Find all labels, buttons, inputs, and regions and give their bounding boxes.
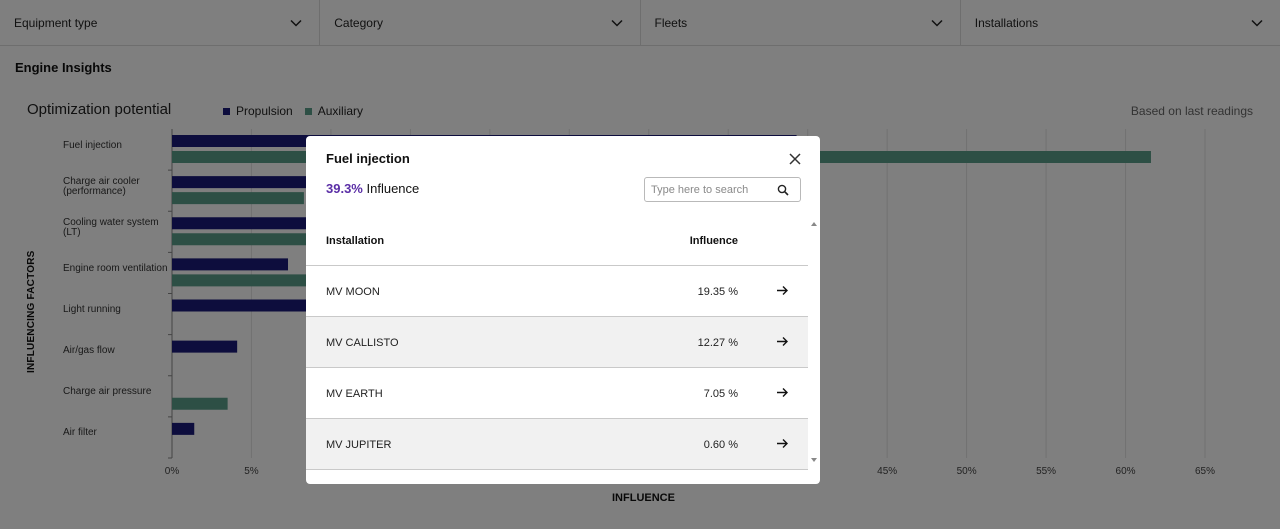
influence-label: Influence: [366, 181, 420, 196]
installation-influence: 19.35 %: [697, 286, 738, 298]
installation-influence: 12.27 %: [697, 337, 738, 349]
installation-name: MV JUPITER: [326, 439, 392, 451]
table-row[interactable]: MV EARTH 7.05 %: [306, 368, 808, 419]
installation-name: MV MOON: [326, 286, 380, 298]
installation-influence: 0.60 %: [703, 439, 738, 451]
installation-detail-modal: Fuel injection 39.3% Influence Installat…: [306, 136, 820, 484]
installation-name: MV CALLISTO: [326, 337, 399, 349]
scroll-up-icon[interactable]: [810, 220, 818, 228]
table-row[interactable]: MV MOON 19.35 %: [306, 266, 808, 317]
table-row[interactable]: MV JUPITER 0.60 %: [306, 419, 808, 470]
table-row[interactable]: MV CALLISTO 12.27 %: [306, 317, 808, 368]
close-icon[interactable]: [787, 151, 803, 167]
search-input[interactable]: [651, 183, 777, 196]
modal-title: Fuel injection: [326, 151, 410, 166]
search-icon[interactable]: [777, 184, 789, 196]
installation-influence: 7.05 %: [703, 388, 738, 400]
arrow-right-icon[interactable]: [776, 335, 789, 348]
arrow-right-icon[interactable]: [776, 284, 789, 297]
table-header: Installation Influence: [306, 220, 808, 266]
arrow-right-icon[interactable]: [776, 386, 789, 399]
influence-percent: 39.3%: [326, 181, 363, 196]
column-header-installation[interactable]: Installation: [326, 235, 384, 247]
column-header-influence[interactable]: Influence: [690, 235, 738, 247]
arrow-right-icon[interactable]: [776, 437, 789, 450]
influence-summary: 39.3% Influence: [326, 181, 419, 196]
search-box: [644, 177, 801, 202]
scroll-down-icon[interactable]: [810, 456, 818, 464]
installation-name: MV EARTH: [326, 388, 383, 400]
